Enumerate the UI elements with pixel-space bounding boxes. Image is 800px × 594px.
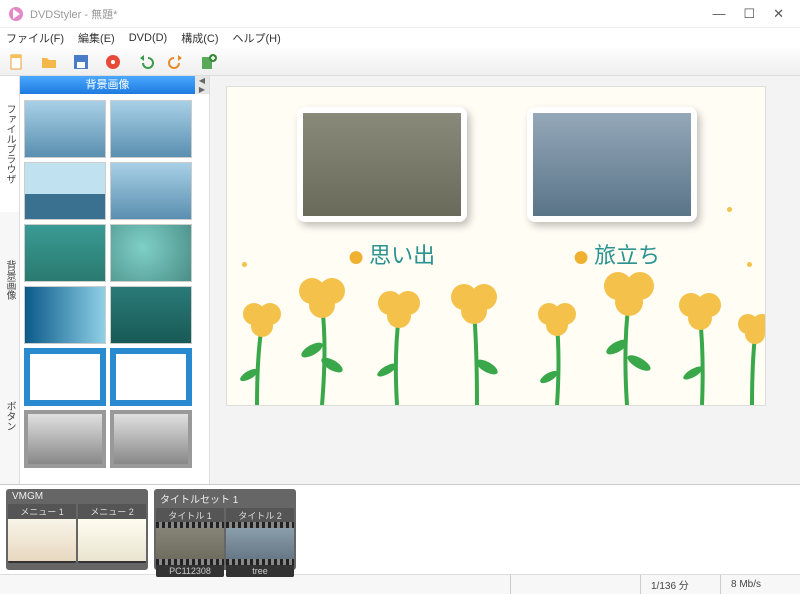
browser-header: 背景画像 (20, 76, 195, 94)
bg-thumb[interactable] (24, 224, 106, 282)
timeline-item-header: タイトル 1 (156, 508, 224, 523)
add-icon[interactable] (198, 51, 220, 73)
timeline-item-thumb (78, 519, 146, 561)
bg-thumb[interactable] (24, 286, 106, 344)
titlebar: DVDStyler - 無題* — ☐ ✕ (0, 0, 800, 28)
timeline-group-header: VMGM (8, 491, 146, 504)
new-file-icon[interactable] (6, 51, 28, 73)
tab-button[interactable]: ボタン (0, 348, 19, 484)
redo-icon[interactable] (166, 51, 188, 73)
timeline: VMGM メニュー 1 メニュー 2 タイトルセット 1 タイトル 1 PC11… (0, 484, 800, 574)
timeline-item[interactable]: タイトル 2 tree (226, 508, 294, 577)
dvd-menu-thumb-2[interactable] (527, 107, 697, 222)
seed-decor (747, 262, 752, 267)
timeline-group-header: タイトルセット 1 (156, 491, 294, 508)
timeline-item[interactable]: タイトル 1 PC112308 (156, 508, 224, 577)
close-button[interactable]: ✕ (773, 6, 784, 22)
bg-thumb[interactable] (24, 162, 106, 220)
menubar: ファイル(F) 編集(E) DVD(D) 構成(C) ヘルプ(H) (0, 28, 800, 48)
dvd-canvas[interactable]: ●思い出 ●旅立ち (226, 86, 766, 406)
tab-background[interactable]: 背景画像 (0, 212, 19, 348)
status-empty (510, 575, 640, 594)
timeline-item-thumb (156, 523, 224, 565)
timeline-item-header: メニュー 2 (78, 504, 146, 519)
status-time: 1/136 分 (640, 575, 720, 594)
open-folder-icon[interactable] (38, 51, 60, 73)
minimize-button[interactable]: — (712, 6, 725, 21)
menu-dvd[interactable]: DVD(D) (129, 32, 168, 44)
timeline-group-vmgm: VMGM メニュー 1 メニュー 2 (6, 489, 148, 570)
bg-thumb[interactable] (110, 224, 192, 282)
browser-nav-left[interactable]: ◀ (195, 76, 209, 85)
browser-nav-right[interactable]: ▶ (195, 85, 209, 94)
browser-panel: 背景画像 ◀ ▶ (20, 76, 210, 484)
save-icon[interactable] (70, 51, 92, 73)
statusbar: 1/136 分 8 Mb/s (0, 574, 800, 594)
titlebar-text: DVDStyler - 無題* (30, 6, 712, 22)
undo-icon[interactable] (134, 51, 156, 73)
menu-help[interactable]: ヘルプ(H) (233, 30, 281, 46)
status-bitrate: 8 Mb/s (720, 575, 800, 594)
timeline-item[interactable]: メニュー 1 (8, 504, 76, 563)
timeline-item-header: メニュー 1 (8, 504, 76, 519)
menu-file[interactable]: ファイル(F) (6, 30, 64, 46)
seed-decor (727, 207, 732, 212)
browser-nav: ◀ ▶ (195, 76, 209, 94)
bg-thumb[interactable] (110, 100, 192, 158)
timeline-item[interactable]: メニュー 2 (78, 504, 146, 563)
bg-thumb[interactable] (110, 286, 192, 344)
timeline-item-header: タイトル 2 (226, 508, 294, 523)
menu-config[interactable]: 構成(C) (181, 30, 218, 46)
window-controls: — ☐ ✕ (712, 6, 792, 22)
timeline-item-thumb (8, 519, 76, 561)
maximize-button[interactable]: ☐ (743, 6, 755, 22)
timeline-item-footer: tree (226, 565, 294, 577)
seed-decor (242, 262, 247, 267)
toolbar (0, 48, 800, 76)
app-icon (8, 6, 24, 22)
bg-thumb[interactable] (110, 410, 192, 468)
bg-thumb[interactable] (110, 348, 192, 406)
bg-thumb[interactable] (110, 162, 192, 220)
flower-decor (227, 255, 766, 405)
background-thumbnails (20, 94, 209, 484)
main-area: ファイルブラウザ 背景画像 ボタン 背景画像 ◀ ▶ (0, 76, 800, 484)
dvd-menu-thumb-1[interactable] (297, 107, 467, 222)
menu-edit[interactable]: 編集(E) (78, 30, 115, 46)
bg-thumb[interactable] (24, 410, 106, 468)
side-tabs: ファイルブラウザ 背景画像 ボタン (0, 76, 20, 484)
burn-disc-icon[interactable] (102, 51, 124, 73)
bg-thumb[interactable] (24, 348, 106, 406)
timeline-item-footer: PC112308 (156, 565, 224, 577)
timeline-item-footer (8, 561, 76, 563)
timeline-group-titleset: タイトルセット 1 タイトル 1 PC112308 タイトル 2 tree (154, 489, 296, 570)
canvas-wrap: ●思い出 ●旅立ち (210, 76, 800, 484)
timeline-item-thumb (226, 523, 294, 565)
bg-thumb[interactable] (24, 100, 106, 158)
timeline-item-footer (78, 561, 146, 563)
tab-filebrowser[interactable]: ファイルブラウザ (0, 76, 19, 212)
